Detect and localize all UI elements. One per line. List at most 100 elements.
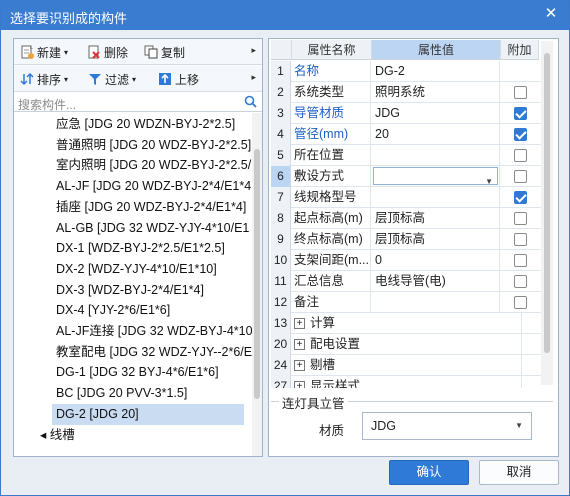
property-row[interactable]: 9 终点标高(m) 层顶标高 <box>271 229 553 250</box>
extra-cell <box>501 208 539 229</box>
extra-checkbox[interactable] <box>513 149 527 162</box>
property-value[interactable]: DG-2 <box>372 61 500 82</box>
property-row[interactable]: 20 + 配电设置 <box>271 334 553 355</box>
grid-scrollbar[interactable] <box>541 41 553 385</box>
chevron-down-icon: ▾ <box>64 47 69 57</box>
property-name: 支架间距(m... <box>292 250 371 271</box>
extra-checkbox[interactable] <box>513 233 527 246</box>
property-value[interactable]: 层顶标高 <box>372 208 500 229</box>
tree-item[interactable]: DX-3 [WDZ-BYJ-2*4/E1*4] <box>52 280 204 301</box>
property-value[interactable]: 照明系统 <box>372 82 500 103</box>
tree-item[interactable]: DX-2 [WDZ-YJY-4*10/E1*10] <box>52 259 217 280</box>
tree-scrollbar[interactable] <box>252 113 262 456</box>
cancel-button[interactable]: 取消 <box>479 460 559 485</box>
toolbar-row-2: 排序 ▾ 过滤 ▾ 上移 ▸ <box>14 66 262 92</box>
row-number: 6 <box>271 166 291 187</box>
tree-scrollbar-thumb[interactable] <box>254 149 260 399</box>
filter-button[interactable]: 过滤 ▾ <box>88 68 136 90</box>
sort-button[interactable]: 排序 ▾ <box>20 68 68 90</box>
extra-checkbox[interactable] <box>513 254 527 267</box>
property-row[interactable]: 24 + 剔槽 <box>271 355 553 376</box>
expand-icon[interactable]: + <box>294 381 305 388</box>
expand-icon[interactable]: + <box>294 318 305 330</box>
extra-checkbox[interactable] <box>513 86 527 99</box>
tree-item[interactable]: 插座 [JDG 20 WDZ-BYJ-2*4/E1*4] <box>52 197 246 218</box>
more-icon[interactable]: ▸ <box>251 72 256 83</box>
dialog-title: 选择要识别成的构件 <box>10 11 128 26</box>
property-row[interactable]: 11 汇总信息 电线导管(电) <box>271 271 553 292</box>
search-input[interactable]: 搜索构件... <box>14 93 262 112</box>
property-value[interactable]: ▼ <box>372 166 500 187</box>
tree-item[interactable]: DX-4 [YJY-2*6/E1*6] <box>52 300 170 321</box>
extra-cell <box>501 229 539 250</box>
expand-icon[interactable]: + <box>294 360 305 372</box>
extra-checkbox[interactable] <box>513 128 527 141</box>
tree-item[interactable]: BC [JDG 20 PVV-3*1.5] <box>52 383 187 404</box>
copy-button[interactable]: 复制 <box>144 41 185 63</box>
property-row[interactable]: 7 线规格型号 <box>271 187 553 208</box>
tree-item[interactable]: 教室配电 [JDG 32 WDZ-YJY--2*6/E <box>52 342 252 363</box>
tree-item[interactable]: DG-1 [JDG 32 BYJ-4*6/E1*6] <box>52 362 219 383</box>
tree-item[interactable]: DX-1 [WDZ-BYJ-2*2.5/E1*2.5] <box>52 238 225 259</box>
group-legend: 连灯具立管 <box>279 393 348 412</box>
search-icon[interactable] <box>244 95 257 111</box>
property-row[interactable]: 8 起点标高(m) 层顶标高 <box>271 208 553 229</box>
expand-icon[interactable]: + <box>294 339 305 351</box>
grid-scrollbar-thumb[interactable] <box>544 53 550 353</box>
extra-checkbox[interactable] <box>513 107 527 120</box>
property-name: 名称 <box>292 61 371 82</box>
row-number: 24 <box>271 355 291 376</box>
row-number: 5 <box>271 145 291 166</box>
tree-item[interactable]: 室内照明 [JDG 20 WDZ-BYJ-2*2.5/ <box>52 155 251 176</box>
row-number: 12 <box>271 292 291 313</box>
property-row[interactable]: 27 + 显示样式 <box>271 376 553 388</box>
tree-item[interactable]: AL-JF连接 [JDG 32 WDZ-BYJ-4*10 <box>52 321 252 342</box>
property-row[interactable]: 5 所在位置 <box>271 145 553 166</box>
property-row[interactable]: 12 备注 <box>271 292 553 313</box>
tree-item[interactable]: AL-JF [JDG 20 WDZ-BYJ-2*4/E1*4 <box>52 176 251 197</box>
laying-method-select[interactable]: ▼ <box>373 167 498 186</box>
property-row[interactable]: 3 导管材质 JDG <box>271 103 553 124</box>
tree-item[interactable]: AL-GB [JDG 32 WDZ-YJY-4*10/E1 <box>52 218 249 239</box>
extra-checkbox[interactable] <box>513 275 527 288</box>
tree-group-cable-tray[interactable]: ◂ 线槽 <box>36 425 75 446</box>
property-row[interactable]: 4 管径(mm) 20 <box>271 124 553 145</box>
extra-checkbox[interactable] <box>513 191 527 204</box>
property-row[interactable]: 10 支架间距(m... 0 <box>271 250 553 271</box>
property-value[interactable] <box>372 145 500 166</box>
header-extra: 附加 <box>501 40 539 60</box>
material-select[interactable]: JDG ▼ <box>362 412 532 440</box>
property-value[interactable] <box>372 292 500 313</box>
property-row[interactable]: 2 系统类型 照明系统 <box>271 82 553 103</box>
property-value[interactable]: 0 <box>372 250 500 271</box>
property-name: 汇总信息 <box>292 271 371 292</box>
move-up-button[interactable]: 上移 <box>158 68 199 90</box>
property-name: 备注 <box>292 292 371 313</box>
new-button[interactable]: 新建 ▾ <box>20 41 68 63</box>
property-row[interactable]: 6 敷设方式 ▼ <box>271 166 553 187</box>
tree-item[interactable]: 普通照明 [JDG 20 WDZ-BYJ-2*2.5] <box>52 135 251 156</box>
row-number: 13 <box>271 313 291 334</box>
ok-button[interactable]: 确认 <box>389 460 469 485</box>
more-icon[interactable]: ▸ <box>251 45 256 56</box>
property-value[interactable]: JDG <box>372 103 500 124</box>
extra-checkbox[interactable] <box>513 212 527 225</box>
property-name: + 显示样式 <box>292 376 522 388</box>
property-value[interactable] <box>372 187 500 208</box>
property-row[interactable]: 1 名称 DG-2 <box>271 61 553 82</box>
property-value[interactable]: 电线导管(电) <box>372 271 500 292</box>
property-name: 系统类型 <box>292 82 371 103</box>
extra-cell <box>501 124 539 145</box>
close-icon[interactable]: ✕ <box>543 6 559 22</box>
sort-icon <box>20 72 34 86</box>
header-value: 属性值 <box>372 40 501 60</box>
delete-button[interactable]: 删除 <box>87 41 128 63</box>
delete-icon <box>87 45 101 59</box>
extra-checkbox[interactable] <box>513 296 527 309</box>
property-row[interactable]: 13 + 计算 <box>271 313 553 334</box>
property-value[interactable]: 层顶标高 <box>372 229 500 250</box>
property-value[interactable]: 20 <box>372 124 500 145</box>
tree-item[interactable]: DG-2 [JDG 20] <box>52 403 244 425</box>
extra-checkbox[interactable] <box>513 170 527 183</box>
tree-item[interactable]: 应急 [JDG 20 WDZN-BYJ-2*2.5] <box>52 114 235 135</box>
